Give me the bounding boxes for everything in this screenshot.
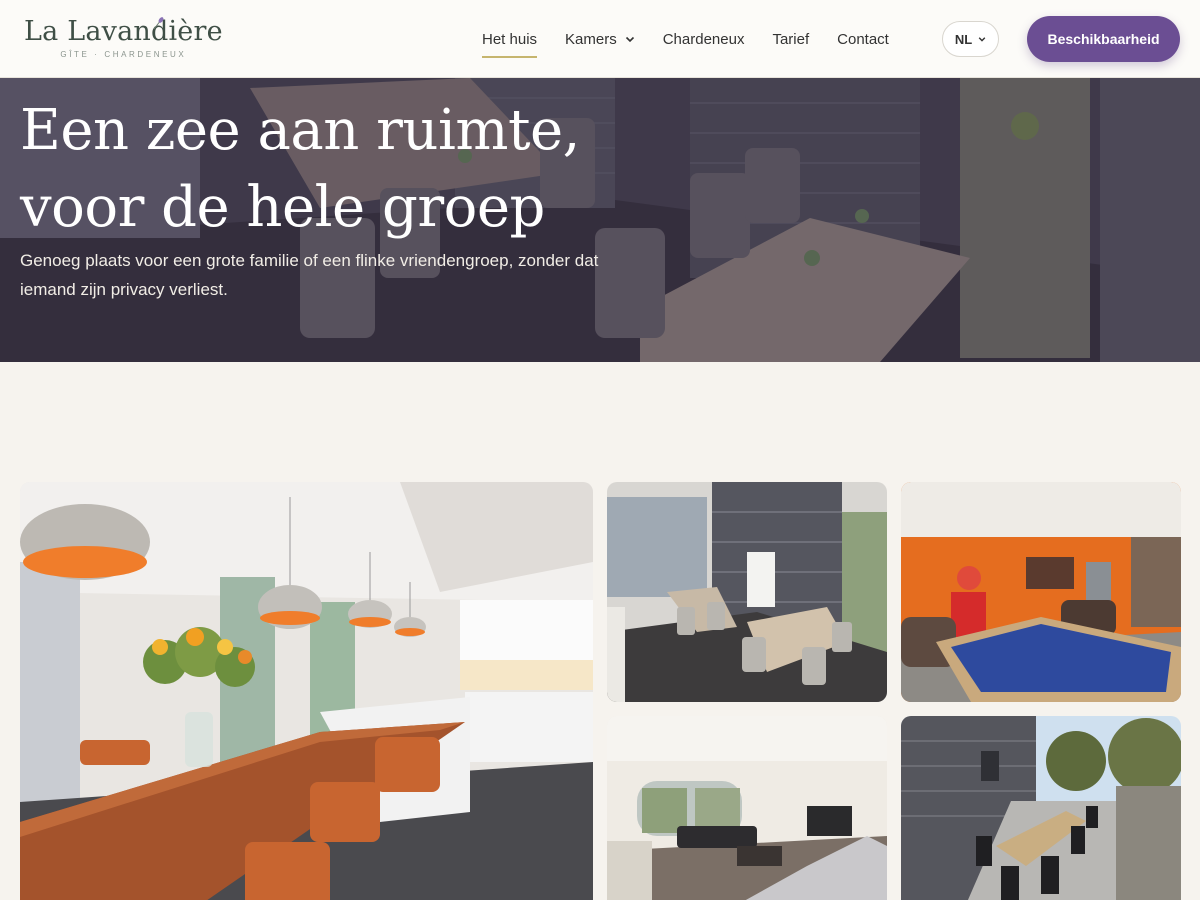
logo-name: La Lavandière [24,16,223,47]
lavender-sprig-icon [153,17,164,30]
nav-item-contact[interactable]: Contact [837,0,889,78]
language-selector[interactable]: NL [942,21,999,57]
main-nav: Het huis Kamers Chardeneux Tarief Contac… [482,0,917,78]
gallery-image-dining-room[interactable] [607,482,887,702]
nav-item-label: Chardeneux [662,30,745,48]
nav-item-chardeneux[interactable]: Chardeneux [663,0,745,78]
nav-item-label: Tarief [772,30,810,48]
hero-subtitle: Genoeg plaats voor een grote familie of … [20,251,599,299]
nav-item-tarief[interactable]: Tarief [772,0,809,78]
logo[interactable]: La Lavandière GÎTE · CHARDENEUX [24,16,223,59]
gallery-image-terrace[interactable] [901,716,1181,900]
logo-subtitle: GÎTE · CHARDENEUX [60,50,187,59]
nav-item-kamers[interactable]: Kamers [565,0,635,78]
nav-item-label: Contact [837,30,889,48]
nav-item-het-huis[interactable]: Het huis [482,0,538,78]
language-label: NL [954,31,973,47]
chevron-down-icon [978,37,986,42]
hero-title-line2: voor de hele groep [20,175,545,240]
gallery-image-kitchen[interactable] [20,482,593,900]
chevron-down-icon [625,36,634,43]
availability-button[interactable]: Beschikbaarheid [1027,16,1180,62]
hero-section: Een zee aan ruimte, voor de hele groep G… [0,78,1200,362]
gallery-image-living-room[interactable] [607,716,887,900]
nav-item-label: Kamers [565,30,617,48]
hero-title: Een zee aan ruimte, voor de hele groep [20,92,580,246]
site-header: La Lavandière GÎTE · CHARDENEUX Het huis… [0,0,1200,78]
hero-title-line1: Een zee aan ruimte, [20,98,580,163]
gallery-image-game-room[interactable] [901,482,1181,702]
nav-item-label: Het huis [482,30,538,48]
